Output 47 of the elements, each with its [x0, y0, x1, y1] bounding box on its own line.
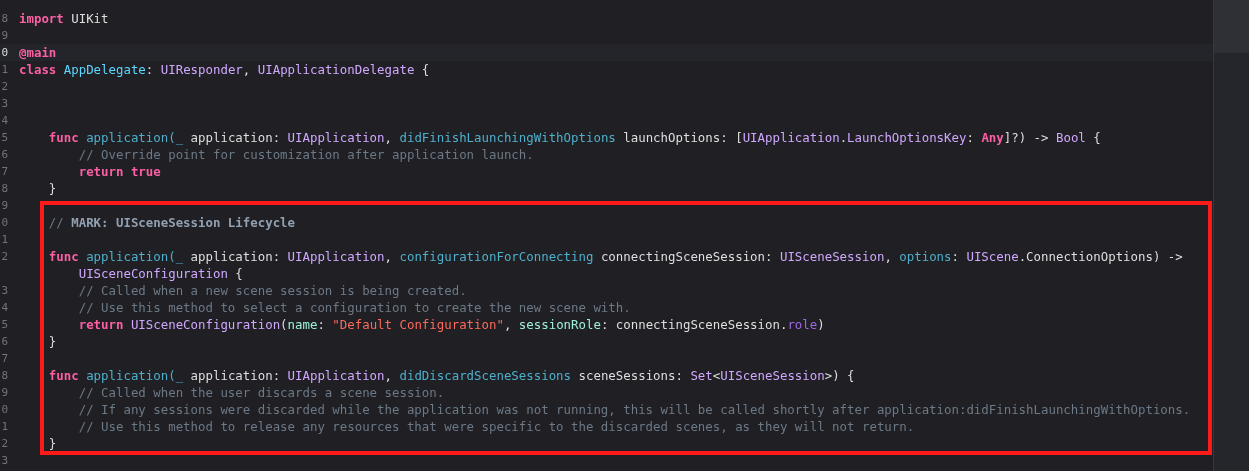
code-line: return UISceneConfiguration(name: "Default Configuration", sessionRole: connectingSceneSession.role) [77, 317, 825, 332]
line-number: 7 [0, 352, 8, 365]
minimap-viewport[interactable] [1214, 0, 1249, 53]
line-number: 0 [0, 216, 8, 229]
line-number: 4 [0, 114, 8, 127]
code-line: // MARK: UISceneSession Lifecycle [47, 215, 295, 230]
code-line: return true [77, 164, 161, 179]
line-number: 9 [0, 386, 8, 399]
line-number: 9 [0, 29, 8, 42]
code-line: // If any sessions were discarded while the application was not running, this will be called shortly after application:didFinishLaunchingWithOptions. [77, 402, 1191, 417]
line-number: 1 [0, 420, 8, 433]
code-line: } [47, 181, 57, 196]
code-line: // Called when the user discards a scene session. [77, 385, 445, 400]
code-line: @main [19, 45, 57, 60]
line-number: 5 [0, 318, 8, 331]
line-number: 3 [0, 97, 8, 110]
code-line: class AppDelegate: UIResponder, UIApplicationDelegate { [19, 62, 430, 77]
code-line: // Use this method to select a configuration to create the new scene with. [77, 300, 631, 315]
line-number: 4 [0, 301, 8, 314]
line-number: 7 [0, 165, 8, 178]
line-number: 6 [0, 148, 8, 161]
code-line: UISceneConfiguration { [77, 266, 243, 281]
code-line: func application(_ application: UIApplication, didFinishLaunchingWithOptions launchOptions: [UIApplication.LaunchOptionsKey: Any]?) -> Bool { [47, 130, 1101, 145]
line-number: 0 [0, 403, 8, 416]
code-line: // Use this method to release any resources that were specific to the discarded scenes, as they will not return. [77, 419, 915, 434]
line-number: 8 [0, 182, 8, 195]
minimap[interactable] [1213, 0, 1249, 471]
line-number: 3 [0, 454, 8, 467]
line-number: 8 [0, 369, 8, 382]
code-line: func application(_ application: UIApplication, configurationForConnecting connectingSceneSession: UISceneSession, options: UIScene.ConnectionOptions) -> [47, 249, 1183, 264]
line-number: 2 [0, 437, 8, 450]
line-number: 2 [0, 80, 8, 93]
line-number: 0 [0, 46, 8, 59]
line-number: 8 [0, 12, 8, 25]
line-number: 3 [0, 284, 8, 297]
code-line: // Called when a new scene session is being created. [77, 283, 467, 298]
code-line: // Override point for customization after application launch. [77, 147, 534, 162]
line-number: 9 [0, 199, 8, 212]
code-line: } [47, 334, 57, 349]
code-line: import UIKit [19, 11, 109, 26]
code-line: func application(_ application: UIApplication, didDiscardSceneSessions sceneSessions: Set<UISceneSession>) { [47, 368, 855, 383]
line-number: 2 [0, 250, 8, 263]
line-number: 1 [0, 63, 8, 76]
code-line: } [47, 436, 57, 451]
line-number: 6 [0, 335, 8, 348]
line-number: 5 [0, 131, 8, 144]
line-number: 1 [0, 233, 8, 246]
